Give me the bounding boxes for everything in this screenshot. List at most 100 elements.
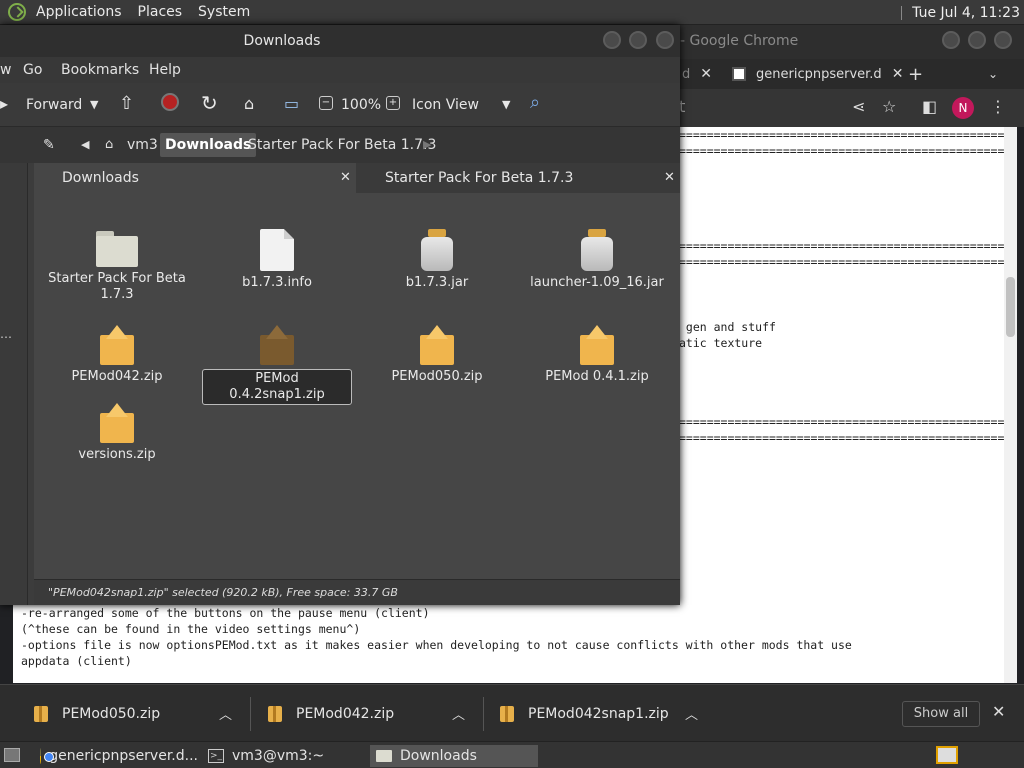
edit-location-icon[interactable]: ✎ [38, 133, 60, 157]
file-item[interactable]: versions.zip [42, 403, 192, 463]
chevron-up-icon[interactable]: ︿ [685, 704, 698, 723]
task-label: genericpnpserver.d... [49, 748, 198, 764]
minimize-button[interactable] [603, 31, 621, 49]
page-text-line: atic texture [679, 336, 763, 350]
close-icon[interactable]: ✕ [664, 163, 675, 193]
folder-icon [96, 231, 138, 267]
breadcrumb-starter-pack[interactable]: Starter Pack For Beta 1.7.3 [243, 133, 441, 157]
tab-starter-pack[interactable]: Starter Pack For Beta 1.7.3 ✕ [356, 163, 680, 193]
side-panel-icon[interactable]: ◧ [922, 97, 937, 116]
fm-titlebar[interactable]: Downloads [0, 25, 680, 57]
view-mode-dropdown-icon[interactable]: ▼ [502, 98, 510, 111]
zip-file-icon [268, 705, 282, 722]
file-item[interactable]: PEMod 0.4.1.zip [522, 325, 672, 385]
close-icon[interactable]: ✕ [700, 66, 712, 82]
close-icon[interactable]: ✕ [892, 66, 904, 82]
help-menu[interactable]: Help [149, 62, 181, 78]
maximize-button[interactable] [968, 31, 986, 49]
zip-file-icon [500, 705, 514, 722]
file-item[interactable]: b1.7.3.jar [362, 229, 512, 291]
bookmark-star-icon[interactable]: ☆ [882, 97, 896, 116]
path-left-arrow-icon[interactable]: ◀ [76, 133, 94, 157]
chevron-up-icon[interactable]: ︿ [452, 704, 465, 723]
file-manager-window: Downloads w Go Bookmarks Help ▸ Forward … [0, 25, 680, 605]
reload-icon[interactable]: ↻ [201, 91, 218, 115]
page-text-line: ========================================… [679, 239, 1017, 253]
share-icon[interactable]: ⋖ [852, 97, 865, 116]
computer-icon[interactable]: ▭ [284, 94, 299, 113]
tab-downloads[interactable]: Downloads ✕ [34, 163, 356, 193]
minimize-button[interactable] [942, 31, 960, 49]
file-item[interactable]: b1.7.3.info [202, 229, 352, 291]
file-item-selected[interactable]: PEMod 0.4.2snap1.zip [202, 325, 352, 405]
fm-menubar: w Go Bookmarks Help [0, 57, 680, 83]
divider [483, 697, 484, 731]
breadcrumb-vm3[interactable]: vm3 [122, 133, 163, 157]
chrome-icon [40, 748, 59, 764]
show-all-button[interactable]: Show all [902, 701, 980, 727]
distro-logo-icon[interactable] [8, 3, 26, 21]
close-window-button[interactable] [994, 31, 1012, 49]
view-mode-select[interactable]: Icon View [412, 97, 479, 113]
maximize-button[interactable] [629, 31, 647, 49]
page-scrollbar[interactable] [1004, 127, 1017, 683]
tab-label: Starter Pack For Beta 1.7.3 [385, 170, 574, 186]
taskbar-item-downloads[interactable]: Downloads [370, 745, 538, 767]
up-arrow-icon[interactable]: ⇧ [119, 93, 134, 114]
file-item[interactable]: PEMod050.zip [362, 325, 512, 385]
new-tab-button[interactable]: + [908, 59, 923, 89]
download-filename: PEMod050.zip [62, 705, 161, 722]
file-item[interactable]: launcher-1.09_16.jar [522, 229, 672, 291]
zoom-level[interactable]: 100% [341, 97, 381, 113]
taskbar-item-chrome[interactable]: genericpnpserver.d... [34, 745, 198, 767]
jar-file-icon [421, 229, 453, 271]
applications-menu[interactable]: Applications [28, 4, 130, 20]
close-icon[interactable]: ✕ [992, 702, 1005, 721]
system-menu[interactable]: System [190, 4, 258, 20]
search-icon[interactable]: ⌕ [530, 92, 540, 113]
browser-tab-partial[interactable]: d ✕ [682, 59, 712, 89]
clock[interactable]: Tue Jul 4, 11:23 [912, 5, 1024, 21]
download-item[interactable]: PEMod042snap1.zip [500, 685, 669, 742]
places-menu[interactable]: Places [130, 4, 191, 20]
file-icon-view[interactable]: Starter Pack For Beta 1.7.3 b1.7.3.info … [34, 193, 680, 579]
path-right-arrow-icon[interactable]: ▶ [418, 133, 436, 157]
jar-file-icon [581, 229, 613, 271]
download-item[interactable]: PEMod050.zip [34, 685, 160, 742]
ellipsis-icon: … [0, 327, 12, 341]
forward-history-dropdown-icon[interactable]: ▼ [90, 98, 98, 111]
file-item[interactable]: PEMod042.zip [42, 325, 192, 385]
scrollbar-thumb[interactable] [1006, 277, 1015, 337]
zoom-in-icon[interactable]: + [386, 96, 400, 110]
close-icon[interactable]: ✕ [340, 163, 351, 193]
page-text-line: -options file is now optionsPEMod.txt as… [21, 638, 852, 652]
view-menu[interactable]: w [0, 62, 11, 78]
status-text: "PEMod042snap1.zip" selected (920.2 kB),… [48, 586, 398, 599]
zip-archive-icon [260, 325, 294, 365]
home-icon[interactable]: ⌂ [244, 94, 254, 113]
file-name: Starter Pack For Beta 1.7.3 [48, 271, 186, 302]
profile-avatar[interactable]: N [952, 97, 974, 119]
chevron-up-icon[interactable]: ︿ [219, 704, 232, 723]
forward-button[interactable]: Forward [26, 97, 82, 113]
breadcrumb-downloads[interactable]: Downloads [160, 133, 257, 157]
stop-icon[interactable] [161, 93, 179, 111]
kebab-menu-icon[interactable]: ⋮ [990, 97, 1006, 116]
file-name: PEMod042.zip [71, 369, 163, 384]
tab-search-chevron-icon[interactable]: ⌄ [988, 59, 998, 89]
side-pane-collapsed[interactable]: ✕ … [0, 127, 28, 605]
close-window-button[interactable] [656, 31, 674, 49]
zoom-out-icon[interactable]: − [319, 96, 333, 110]
download-item[interactable]: PEMod042.zip [268, 685, 394, 742]
workspace-switcher[interactable] [936, 746, 958, 764]
page-text-line: ========================================… [679, 128, 1017, 142]
bookmarks-menu[interactable]: Bookmarks [61, 62, 139, 78]
show-desktop-icon[interactable] [4, 748, 20, 762]
go-menu[interactable]: Go [23, 62, 42, 78]
taskbar-item-terminal[interactable]: >_ vm3@vm3:~ [202, 745, 366, 767]
page-favicon-icon [732, 67, 746, 81]
bottom-taskbar: genericpnpserver.d... >_ vm3@vm3:~ Downl… [0, 741, 1024, 768]
browser-tab-genericpnpserver[interactable]: genericpnpserver.d ✕ [732, 59, 903, 89]
forward-arrow-icon[interactable]: ▸ [0, 94, 8, 113]
file-item[interactable]: Starter Pack For Beta 1.7.3 [42, 231, 192, 303]
